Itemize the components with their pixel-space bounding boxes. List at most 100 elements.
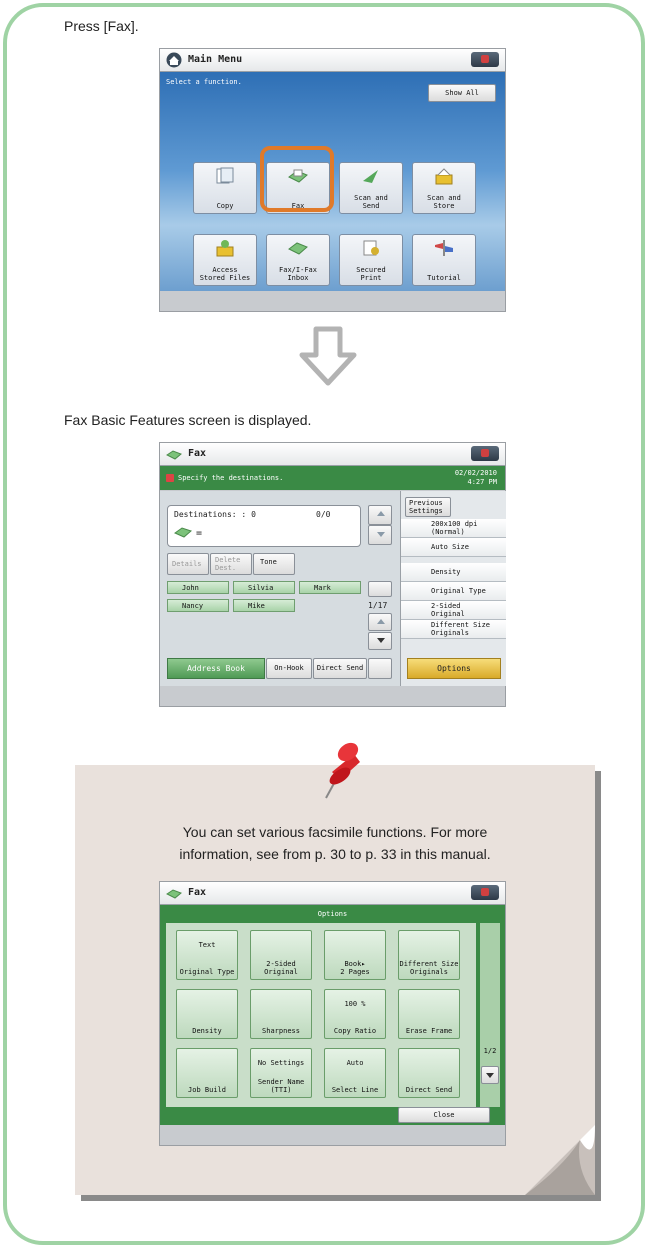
select-line-tile[interactable]: Auto Select Line (324, 1048, 386, 1098)
page-curl-icon (525, 1125, 595, 1195)
density-label: Density (192, 1027, 222, 1035)
scroll-down-button[interactable] (368, 525, 392, 545)
arrow-down-icon (377, 532, 385, 537)
home-icon (166, 52, 182, 68)
destinations-box[interactable]: Destinations: : 0 0/0 = (167, 505, 361, 547)
tone-button[interactable]: Tone (253, 553, 295, 575)
two-sided-label: 2-Sided Original (431, 602, 465, 618)
contact-mark[interactable]: Mark (299, 581, 361, 594)
scroll-up-button[interactable] (368, 505, 392, 525)
stop-button[interactable] (471, 446, 499, 461)
job-build-tile[interactable]: Job Build (176, 1048, 238, 1098)
fax-ifax-inbox-tile[interactable]: Fax/I-Fax Inbox (266, 234, 330, 286)
tutorial-label: Tutorial (427, 274, 461, 282)
contact-silvia[interactable]: Silvia (233, 581, 295, 594)
fax-basic-screen: Fax Specify the destinations. 02/02/2010… (159, 442, 506, 707)
copy-ratio-label: Copy Ratio (333, 1027, 377, 1035)
options-grid: Text Original Type 2-Sided Original Book▸… (166, 923, 476, 1107)
direct-send-tile[interactable]: Direct Send (398, 1048, 460, 1098)
options-page-indicator: 1/2 (483, 1047, 497, 1055)
scan-and-send-tile[interactable]: Scan and Send (339, 162, 403, 214)
fax-icon (174, 527, 192, 538)
original-type-label: Original Type (431, 587, 486, 595)
list-down-button[interactable] (368, 632, 392, 650)
secured-print-label: Secured Print (356, 266, 386, 282)
on-hook-button[interactable]: On-Hook (266, 658, 312, 679)
tutorial-tile[interactable]: Tutorial (412, 234, 476, 286)
resolution-button[interactable]: 200x100 dpi (Normal) (401, 519, 506, 538)
secured-print-tile[interactable]: Secured Print (339, 234, 403, 286)
auto-size-button[interactable]: Auto Size (401, 538, 506, 557)
details-button[interactable]: Details (167, 553, 209, 575)
equals-sign: = (196, 528, 203, 539)
inbox-icon (288, 242, 308, 255)
show-all-button[interactable]: Show All (428, 84, 496, 102)
fax-highlight (260, 146, 334, 212)
erase-frame-tile[interactable]: Erase Frame (398, 989, 460, 1039)
fax-left-panel: Destinations: : 0 0/0 = Details Delete D… (160, 491, 400, 686)
stop-button[interactable] (471, 52, 499, 67)
status-message: Specify the destinations. (178, 474, 284, 482)
close-button[interactable]: Close (398, 1107, 490, 1123)
density-label: Density (431, 568, 461, 576)
previous-settings-label: Previous Settings (409, 499, 443, 515)
direct-send-label: Direct Send (405, 1086, 453, 1094)
arrow-up-icon (377, 511, 385, 516)
original-type-button[interactable]: Original Type (401, 582, 506, 601)
pushpin-icon (325, 742, 360, 799)
fax-ifax-inbox-label: Fax/I-Fax Inbox (279, 266, 317, 282)
auto-size-label: Auto Size (431, 543, 469, 551)
settings-shortcut-button[interactable] (368, 658, 392, 679)
options-down-button[interactable] (481, 1066, 499, 1084)
different-size-tile[interactable]: Different Size Originals (398, 930, 460, 980)
delete-dest-button[interactable]: Delete Dest. (210, 553, 252, 575)
access-stored-files-tile[interactable]: Access Stored Files (193, 234, 257, 286)
book-two-pages-label: Book▸ 2 Pages (340, 960, 370, 976)
stop-button[interactable] (471, 885, 499, 900)
status-date: 02/02/2010 (454, 469, 497, 477)
options-button[interactable]: Options (407, 658, 501, 679)
note-line-2: information, see from p. 30 to p. 33 in … (179, 846, 491, 862)
contact-nancy[interactable]: Nancy (167, 599, 229, 612)
scan-and-store-tile[interactable]: Scan and Store (412, 162, 476, 214)
arrow-down-icon (377, 638, 385, 643)
scan-and-store-label: Scan and Store (427, 194, 461, 210)
previous-settings-button[interactable]: Previous Settings (405, 497, 451, 517)
density-button[interactable]: Density (401, 563, 506, 582)
access-stored-files-label: Access Stored Files (199, 266, 251, 282)
book-two-pages-tile[interactable]: Book▸ 2 Pages (324, 930, 386, 980)
options-scrollbar: 1/2 (480, 923, 500, 1107)
contact-john[interactable]: John (167, 581, 229, 594)
original-type-tile[interactable]: Text Original Type (176, 930, 238, 980)
scan-and-send-label: Scan and Send (354, 194, 388, 210)
fax-options-screen: Fax Options Text Original Type 2-Sided Or… (159, 881, 506, 1146)
sharpness-tile[interactable]: Sharpness (250, 989, 312, 1039)
note-text: You can set various facsimile functions.… (75, 821, 595, 865)
different-size-label: Different Size Originals (431, 621, 491, 637)
different-size-label: Different Size Originals (399, 960, 459, 976)
density-tile[interactable]: Density (176, 989, 238, 1039)
note-line-1: You can set various facsimile functions.… (182, 824, 488, 840)
erase-frame-label: Erase Frame (405, 1027, 453, 1035)
contact-mike[interactable]: Mike (233, 599, 295, 612)
direct-send-button[interactable]: Direct Send (313, 658, 367, 679)
scan-store-icon (435, 168, 453, 185)
options-screen-title: Fax (188, 887, 207, 898)
arrow-up-icon (377, 619, 385, 624)
step1-text: Press [Fax]. (64, 18, 139, 34)
stored-files-icon (216, 240, 234, 257)
copy-tile[interactable]: Copy (193, 162, 257, 214)
fax-right-panel: Previous Settings 200x100 dpi (Normal) A… (400, 491, 506, 686)
address-book-button[interactable]: Address Book (167, 658, 265, 679)
grid-view-button[interactable] (368, 581, 392, 597)
different-size-button[interactable]: Different Size Originals (401, 620, 506, 639)
down-arrow-icon (299, 326, 357, 386)
list-up-button[interactable] (368, 613, 392, 631)
two-sided-button[interactable]: 2-Sided Original (401, 601, 506, 620)
two-sided-tile[interactable]: 2-Sided Original (250, 930, 312, 980)
original-type-value: Text (198, 941, 216, 949)
main-menu-screen: Main Menu Select a function. Show All Co… (159, 48, 506, 312)
sender-name-tile[interactable]: No Settings Sender Name (TTI) (250, 1048, 312, 1098)
copy-ratio-tile[interactable]: 100 % Copy Ratio (324, 989, 386, 1039)
sender-name-label: Sender Name (TTI) (257, 1078, 305, 1094)
